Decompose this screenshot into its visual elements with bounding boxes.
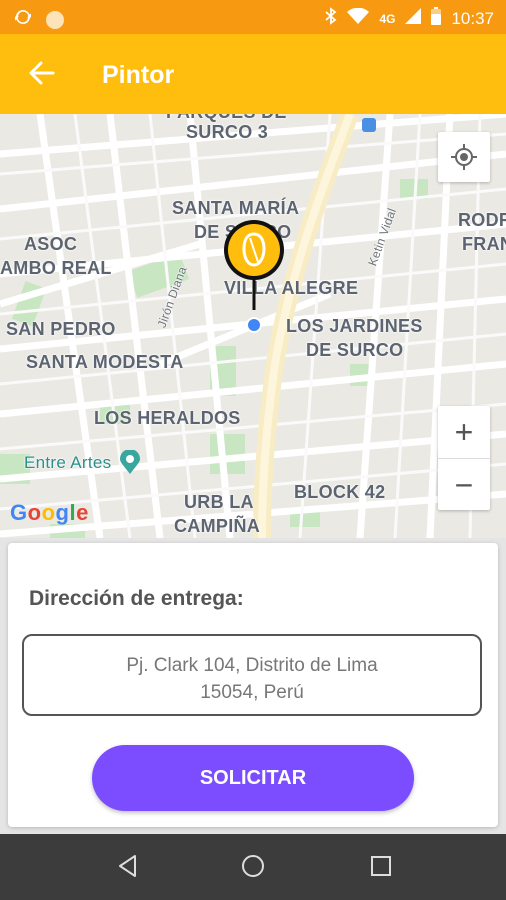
map-label-santa-maria: SANTA MARÍA <box>172 198 300 218</box>
navigation-bar <box>0 834 506 900</box>
zoom-out-button[interactable]: − <box>438 459 490 511</box>
map-label-asoc: ASOC <box>24 234 78 254</box>
map-label-block-42: BLOCK 42 <box>294 482 386 502</box>
map-label-surco3: SURCO 3 <box>186 122 269 142</box>
solicitar-button[interactable]: SOLICITAR <box>92 745 414 811</box>
signal-icon <box>405 8 422 29</box>
back-arrow-icon[interactable] <box>26 58 56 88</box>
map-label-de-surco: DE SURCO <box>306 340 404 360</box>
delivery-card: Dirección de entrega: Pj. Clark 104, Dis… <box>8 543 498 827</box>
map-label-rodr: RODR <box>458 210 506 230</box>
google-logo: Google <box>10 500 89 525</box>
zoom-in-button[interactable]: + <box>438 406 490 458</box>
my-location-button[interactable] <box>438 132 490 182</box>
zoom-controls: + − <box>438 406 490 510</box>
back-nav-icon[interactable] <box>115 853 141 884</box>
map-view[interactable]: PARQUES DE SURCO 3 SANTA MARÍA DE SURCO … <box>0 114 506 538</box>
recents-nav-icon[interactable] <box>368 853 394 884</box>
network-type: 4G <box>379 11 396 26</box>
map-label-urb-la: URB LA <box>184 492 254 512</box>
location-pin[interactable] <box>220 218 288 319</box>
bluetooth-icon <box>325 7 337 30</box>
map-label-cambo-real: AMBO REAL <box>0 258 112 278</box>
map-label-entre-artes: Entre Artes <box>24 453 112 472</box>
map-label-los-jardines: LOS JARDINES <box>286 316 423 336</box>
crosshair-icon <box>451 144 477 170</box>
notification-dot-icon <box>46 10 64 29</box>
current-location-dot <box>246 317 262 333</box>
address-line-1: Pj. Clark 104, Distrito de Lima <box>126 655 378 676</box>
address-field[interactable]: Pj. Clark 104, Distrito de Lima 15054, P… <box>22 634 482 716</box>
map-label-fran: FRAN <box>462 234 506 254</box>
delivery-label: Dirección de entrega: <box>29 587 244 610</box>
clock: 10:37 <box>451 8 494 28</box>
app-bar: Pintor <box>0 34 506 114</box>
address-line-2: 15054, Perú <box>200 682 304 703</box>
battery-icon <box>431 7 442 30</box>
status-bar: 4G 10:37 <box>0 0 506 34</box>
home-nav-icon[interactable] <box>240 853 266 884</box>
map-label-santa-modesta: SANTA MODESTA <box>26 352 184 372</box>
wifi-icon <box>347 7 370 30</box>
map-label-campina: CAMPIÑA <box>174 516 261 536</box>
page-title: Pintor <box>102 61 175 89</box>
poi-marker-icon <box>119 449 141 479</box>
map-label-san-pedro: SAN PEDRO <box>6 319 116 339</box>
map-label-los-heraldos: LOS HERALDOS <box>94 408 241 428</box>
sync-icon <box>14 8 32 31</box>
